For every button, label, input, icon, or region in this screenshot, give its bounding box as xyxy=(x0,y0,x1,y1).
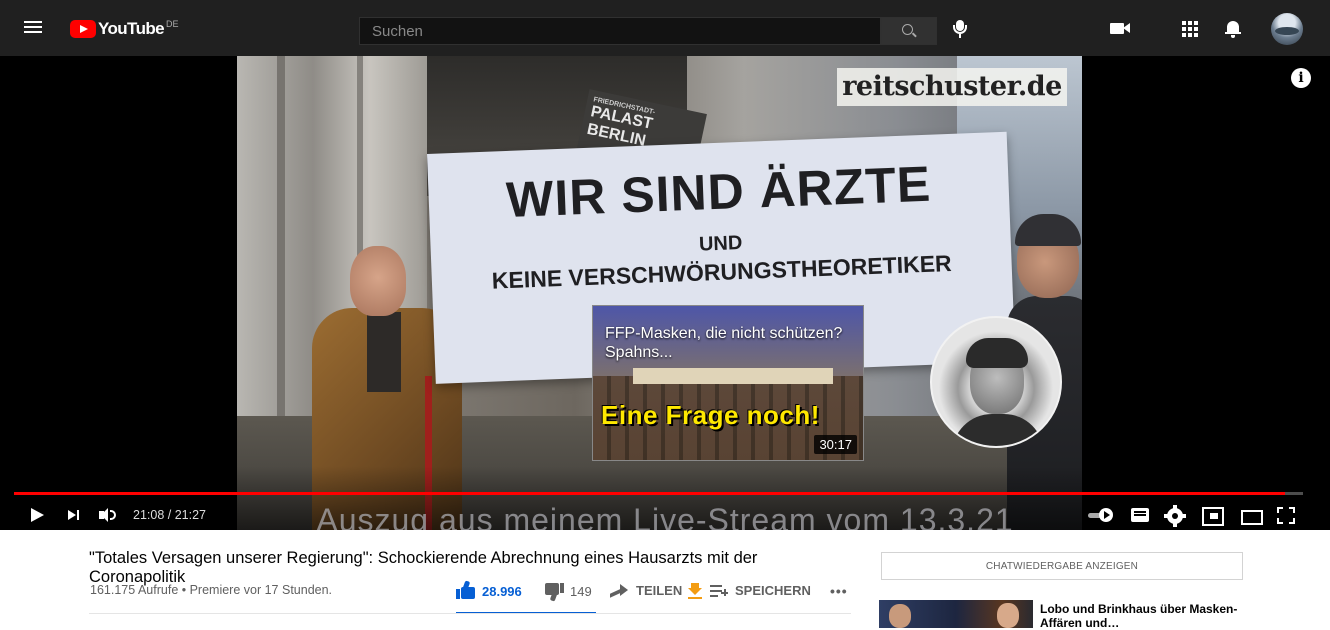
apps-icon[interactable] xyxy=(1182,21,1198,37)
download-icon xyxy=(688,583,702,599)
subtitles-icon[interactable] xyxy=(1131,503,1149,527)
country-code: DE xyxy=(166,19,179,29)
progress-bar[interactable] xyxy=(14,492,1303,495)
autoplay-toggle[interactable] xyxy=(1088,503,1116,527)
host-portrait xyxy=(930,316,1062,448)
search-icon[interactable] xyxy=(881,17,937,45)
theater-mode-icon[interactable] xyxy=(1240,503,1263,527)
dislike-count: 149 xyxy=(570,583,592,599)
youtube-logo[interactable]: YouTube DE xyxy=(70,19,179,39)
video-meta: 161.175 Aufrufe • Premiere vor 17 Stunde… xyxy=(90,583,333,597)
bell-icon[interactable] xyxy=(1225,19,1241,39)
like-button[interactable]: 28.996 xyxy=(456,583,522,599)
playlist-add-icon xyxy=(710,584,728,598)
thumbs-up-icon xyxy=(456,583,476,599)
gear-icon[interactable] xyxy=(1164,503,1186,527)
share-icon xyxy=(610,583,628,598)
progress-fill xyxy=(14,492,1285,495)
chat-replay-button[interactable]: CHATWIEDERGABE ANZEIGEN xyxy=(881,552,1243,580)
info-icon[interactable]: i xyxy=(1291,68,1311,88)
more-actions-button[interactable]: ••• xyxy=(830,583,848,599)
divider xyxy=(89,613,851,614)
volume-icon[interactable] xyxy=(99,503,119,527)
dislike-button[interactable]: 149 xyxy=(544,583,592,599)
thumbs-down-icon xyxy=(544,583,564,599)
endcard-duration: 30:17 xyxy=(814,435,857,454)
fullscreen-icon[interactable] xyxy=(1276,503,1296,527)
endcard-big-text: Eine Frage noch! xyxy=(601,400,820,430)
search-input[interactable] xyxy=(359,17,881,45)
top-bar: YouTube DE xyxy=(0,0,1330,56)
endcard-title: FFP-Masken, die nicht schützen? Spahns..… xyxy=(605,325,843,361)
logo-text: YouTube xyxy=(98,19,165,38)
download-button[interactable] xyxy=(688,583,702,599)
save-label: SPEICHERN xyxy=(735,583,811,598)
play-icon[interactable] xyxy=(30,503,44,527)
miniplayer-icon[interactable] xyxy=(1201,503,1224,527)
menu-icon[interactable] xyxy=(24,18,46,38)
endcard-video[interactable]: FFP-Masken, die nicht schützen? Spahns..… xyxy=(592,305,864,461)
like-count: 28.996 xyxy=(482,583,522,599)
mic-icon[interactable] xyxy=(950,18,970,40)
create-video-icon[interactable] xyxy=(1110,22,1132,36)
share-button[interactable]: TEILEN xyxy=(610,583,682,598)
save-button[interactable]: SPEICHERN xyxy=(710,583,811,598)
recommended-video-title[interactable]: Lobo und Brinkhaus über Masken-Affären u… xyxy=(1040,602,1240,630)
channel-watermark: reitschuster.de xyxy=(837,68,1067,106)
time-display: 21:08 / 21:27 xyxy=(133,508,206,522)
youtube-play-icon xyxy=(70,20,96,38)
share-label: TEILEN xyxy=(636,583,683,598)
recommended-video-thumbnail[interactable] xyxy=(879,600,1033,628)
video-player[interactable]: FRIEDRICHSTADT- PALAST BERLIN WIR SIND Ä… xyxy=(0,56,1330,530)
banner-line-1: WIR SIND ÄRZTE xyxy=(505,155,933,228)
avatar[interactable] xyxy=(1271,13,1303,45)
next-icon[interactable] xyxy=(68,503,82,527)
